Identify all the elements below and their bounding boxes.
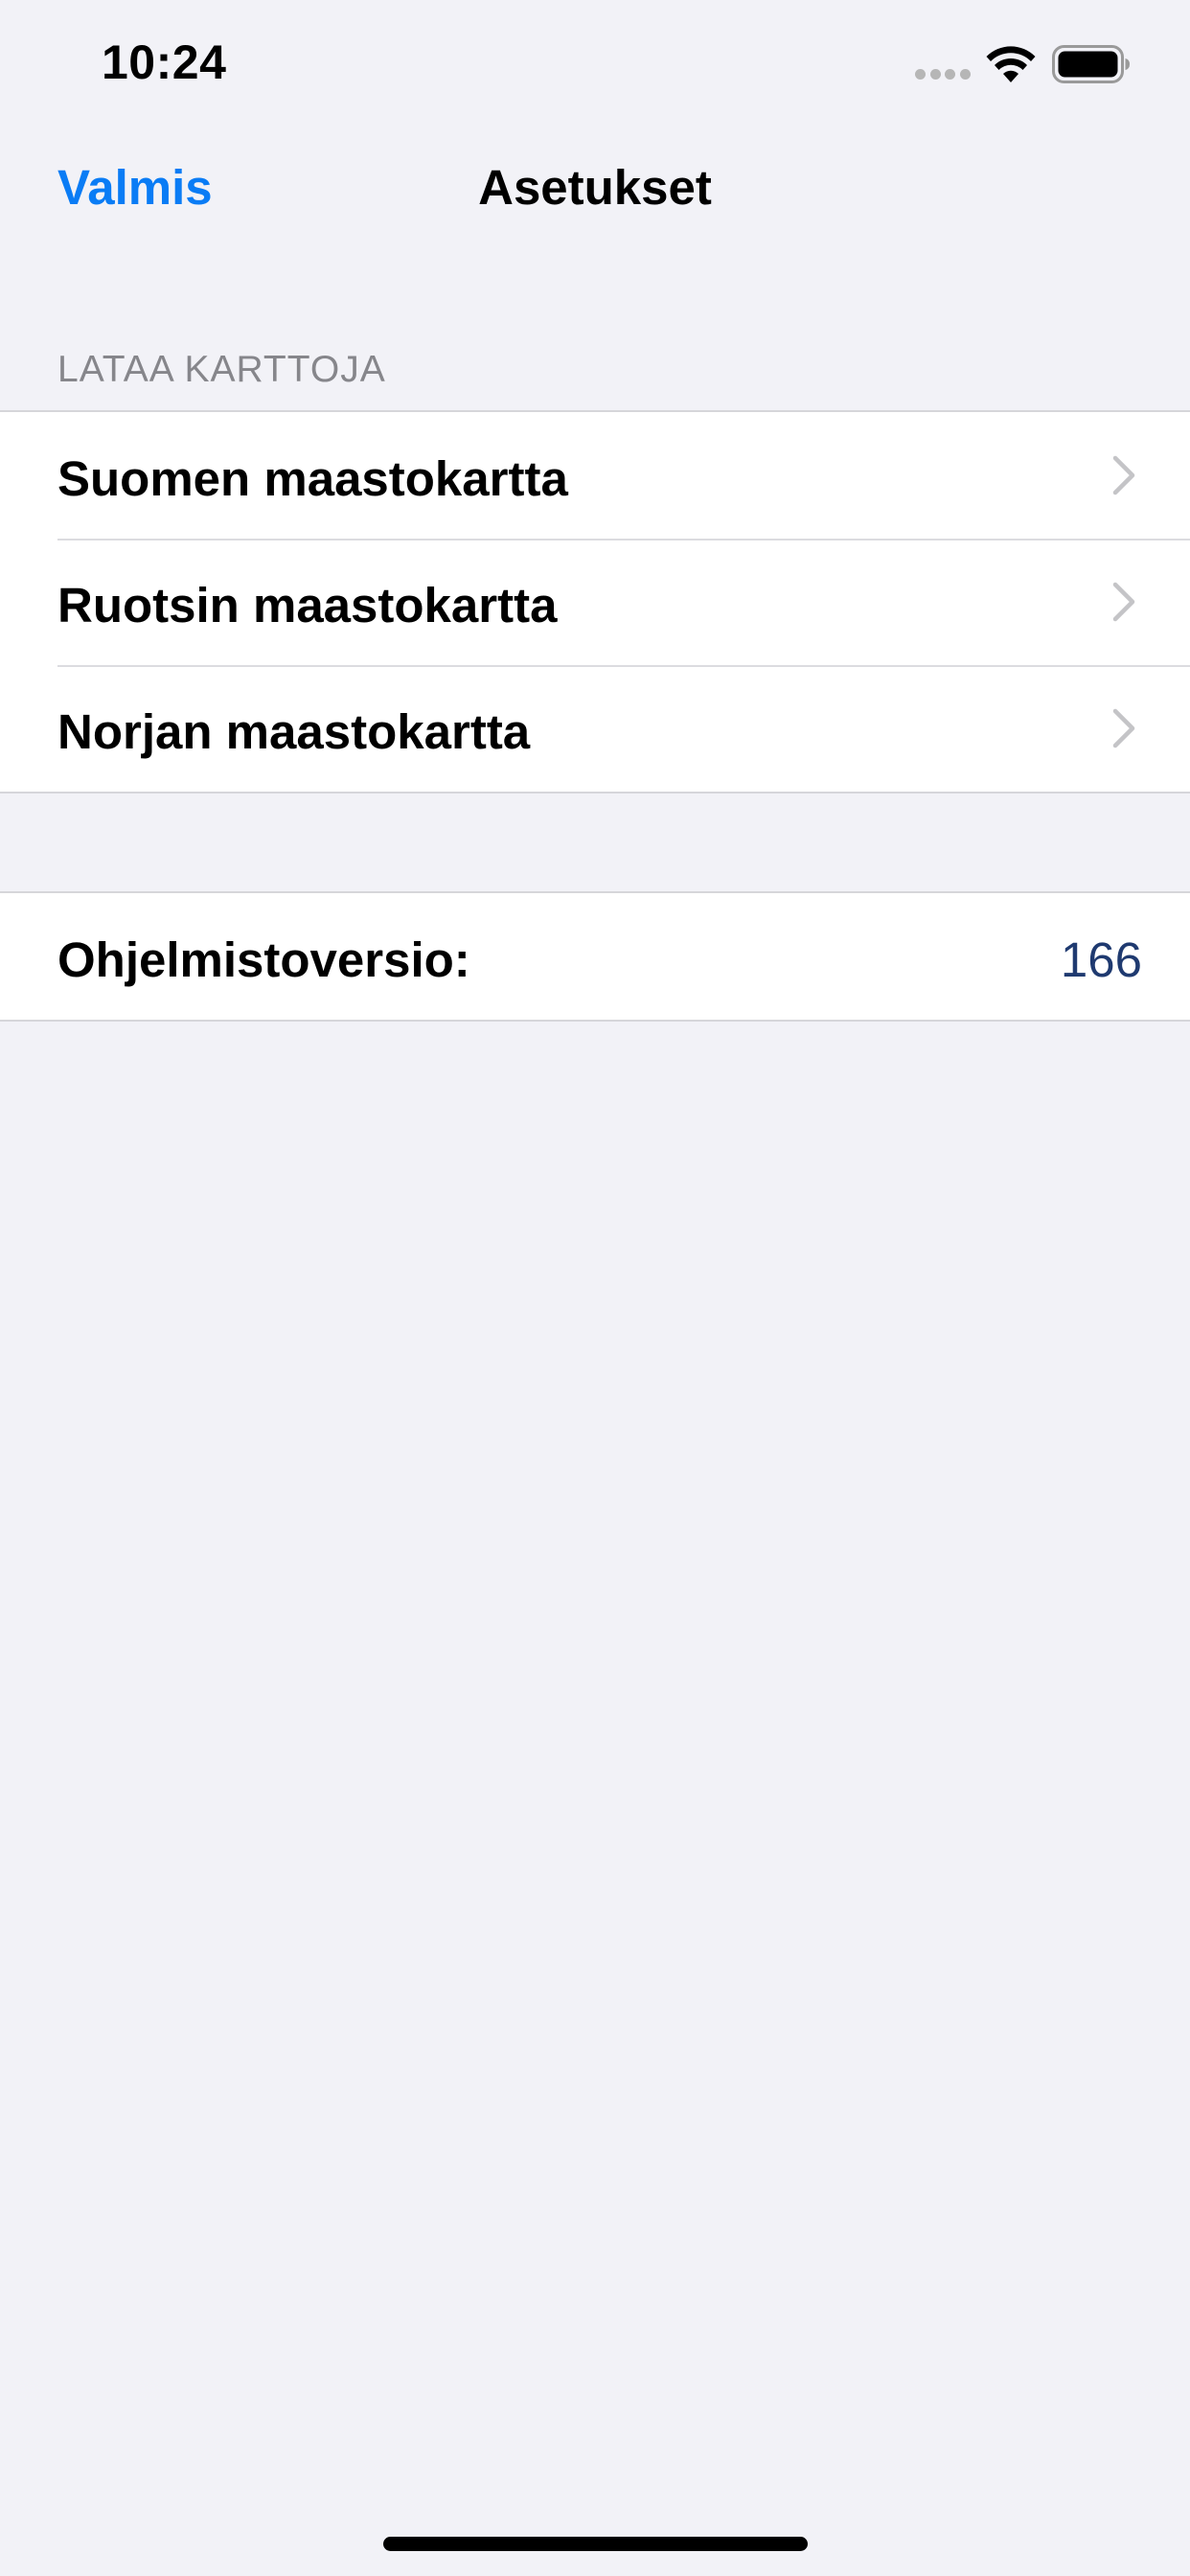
battery-icon (1052, 45, 1130, 83)
list-item-norway-map[interactable]: Norjan maastokartta (0, 665, 1190, 792)
done-button[interactable]: Valmis (57, 159, 213, 216)
status-time: 10:24 (102, 35, 227, 89)
list-item-label: Ruotsin maastokartta (57, 578, 558, 632)
chevron-right-icon (1112, 582, 1135, 622)
download-maps-list: Suomen maastokartta Ruotsin maastokartta… (0, 410, 1190, 794)
chevron-right-icon (1112, 708, 1135, 748)
list-item-label: Suomen maastokartta (57, 451, 568, 506)
chevron-right-icon (1112, 455, 1135, 495)
home-indicator[interactable] (383, 2537, 808, 2551)
list-item-sweden-map[interactable]: Ruotsin maastokartta (0, 539, 1190, 665)
list-item-finland-map[interactable]: Suomen maastokartta (0, 412, 1190, 539)
section-header-download-maps: LATAA KARTTOJA (57, 349, 386, 390)
software-version-group: Ohjelmistoversio: 166 (0, 891, 1190, 1022)
wifi-icon (986, 46, 1036, 82)
software-version-value: 166 (1060, 932, 1142, 987)
cellular-signal-icon (915, 69, 971, 80)
software-version-row: Ohjelmistoversio: 166 (0, 893, 1190, 1020)
navigation-bar: Asetukset Valmis (0, 126, 1190, 253)
list-item-label: Norjan maastokartta (57, 704, 531, 759)
software-version-label: Ohjelmistoversio: (57, 932, 470, 987)
status-bar: 10:24 (0, 0, 1190, 126)
